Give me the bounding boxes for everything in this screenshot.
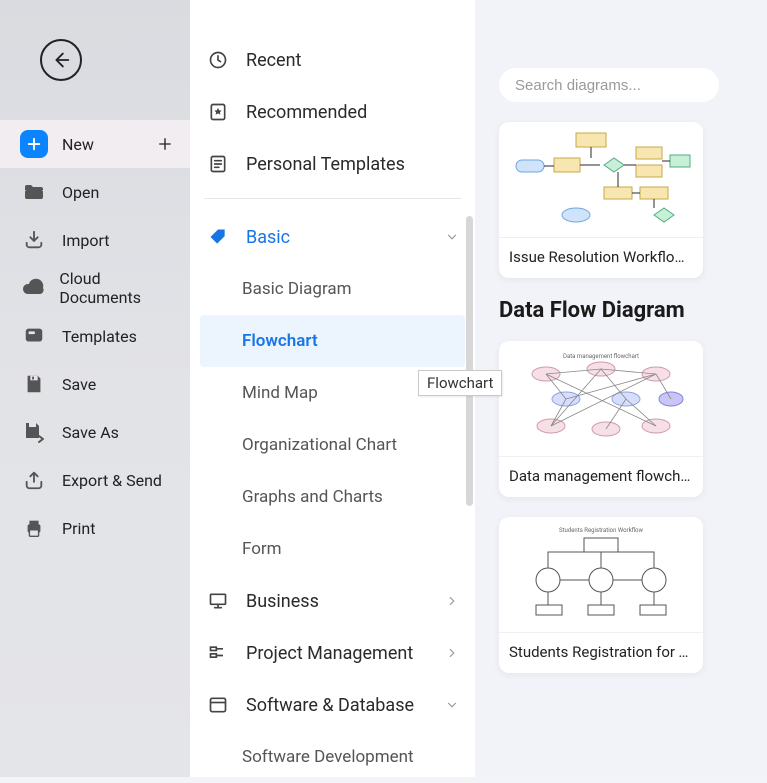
sidebar-item-save[interactable]: Save bbox=[0, 360, 190, 408]
plus-icon[interactable] bbox=[156, 135, 174, 153]
category-label: Basic bbox=[246, 227, 290, 248]
template-card[interactable]: Issue Resolution Workflow ... bbox=[499, 122, 703, 278]
subcategory-software-development[interactable]: Software Development bbox=[200, 731, 465, 783]
star-badge-icon bbox=[206, 100, 230, 124]
category-software-database[interactable]: Software & Database bbox=[200, 679, 465, 731]
sidebar-item-print[interactable]: Print bbox=[0, 504, 190, 552]
template-card-label: Issue Resolution Workflow ... bbox=[499, 238, 703, 278]
search-container bbox=[499, 68, 767, 102]
scrollbar-thumb[interactable] bbox=[466, 216, 473, 506]
subcategory-label: Basic Diagram bbox=[242, 279, 352, 299]
sidebar-item-open[interactable]: Open bbox=[0, 168, 190, 216]
sidebar-item-templates[interactable]: Templates bbox=[0, 312, 190, 360]
export-icon bbox=[20, 466, 48, 494]
chevron-right-icon bbox=[445, 594, 459, 608]
folder-icon bbox=[20, 178, 48, 206]
window-icon bbox=[206, 693, 230, 717]
sidebar-item-label: Save As bbox=[62, 423, 119, 442]
template-card-label: Data management flowchart bbox=[499, 457, 703, 497]
sidebar-item-cloud-documents[interactable]: Cloud Documents bbox=[0, 264, 190, 312]
subcategory-flowchart[interactable]: Flowchart bbox=[200, 315, 465, 367]
sidebar-item-export-send[interactable]: Export & Send bbox=[0, 456, 190, 504]
chevron-down-icon bbox=[445, 230, 459, 244]
category-label: Project Management bbox=[246, 643, 413, 664]
sidebar-item-label: Cloud Documents bbox=[59, 269, 174, 307]
template-thumbnail bbox=[499, 122, 703, 238]
sidebar-item-label: New bbox=[62, 135, 94, 154]
templates-icon bbox=[20, 322, 48, 350]
category-recommended[interactable]: Recommended bbox=[200, 86, 465, 138]
template-card[interactable]: Data management flowchart bbox=[499, 341, 703, 497]
project-management-icon bbox=[206, 641, 230, 665]
subcategory-label: Mind Map bbox=[242, 383, 318, 403]
sidebar-item-import[interactable]: Import bbox=[0, 216, 190, 264]
tag-icon bbox=[206, 225, 230, 249]
template-card-label: Students Registration for T... bbox=[499, 633, 703, 673]
category-recent[interactable]: Recent bbox=[200, 34, 465, 86]
category-label: Recent bbox=[246, 50, 301, 71]
svg-text:Data management flowchart: Data management flowchart bbox=[563, 353, 639, 360]
search-input[interactable] bbox=[499, 68, 719, 102]
save-icon bbox=[20, 370, 48, 398]
svg-text:Students Registration Workflow: Students Registration Workflow bbox=[559, 527, 643, 534]
sidebar-item-new[interactable]: New bbox=[0, 120, 190, 168]
sidebar-item-save-as[interactable]: Save As bbox=[0, 408, 190, 456]
arrow-left-icon bbox=[50, 49, 72, 71]
category-label: Personal Templates bbox=[246, 154, 405, 175]
subcategory-label: Organizational Chart bbox=[242, 435, 397, 455]
category-business[interactable]: Business bbox=[200, 575, 465, 627]
sidebar-item-label: Export & Send bbox=[62, 471, 162, 490]
personal-templates-icon bbox=[206, 152, 230, 176]
sidebar-item-label: Print bbox=[62, 519, 95, 538]
subcategory-form[interactable]: Form bbox=[200, 523, 465, 575]
category-basic[interactable]: Basic bbox=[200, 211, 465, 263]
import-icon bbox=[20, 226, 48, 254]
back-button-container bbox=[0, 0, 190, 120]
section-title: Data Flow Diagram bbox=[499, 298, 767, 323]
template-gallery: Issue Resolution Workflow ... Data Flow … bbox=[475, 0, 767, 777]
tooltip: Flowchart bbox=[418, 370, 502, 396]
category-label: Recommended bbox=[246, 102, 367, 123]
subcategory-label: Form bbox=[242, 539, 282, 559]
template-thumbnail: Students Registration Workflow bbox=[499, 517, 703, 633]
chevron-right-icon bbox=[445, 646, 459, 660]
divider bbox=[204, 198, 461, 199]
sidebar-item-label: Save bbox=[62, 375, 96, 394]
file-menu-sidebar: New Open Import Cloud Documents bbox=[0, 0, 190, 777]
clock-icon bbox=[206, 48, 230, 72]
subcategory-label: Graphs and Charts bbox=[242, 487, 383, 507]
tooltip-text: Flowchart bbox=[427, 374, 493, 392]
subcategory-basic-diagram[interactable]: Basic Diagram bbox=[200, 263, 465, 315]
category-project-management[interactable]: Project Management bbox=[200, 627, 465, 679]
back-button[interactable] bbox=[40, 39, 82, 81]
plus-box-icon bbox=[20, 130, 48, 158]
print-icon bbox=[20, 514, 48, 542]
category-label: Software & Database bbox=[246, 695, 414, 716]
save-as-icon bbox=[20, 418, 48, 446]
sidebar-list: New Open Import Cloud Documents bbox=[0, 120, 190, 552]
sidebar-item-label: Templates bbox=[62, 327, 137, 346]
subcategory-label: Software Development bbox=[242, 747, 414, 767]
category-personal-templates[interactable]: Personal Templates bbox=[200, 138, 465, 190]
subcategory-label: Flowchart bbox=[242, 331, 318, 351]
template-thumbnail: Data management flowchart bbox=[499, 341, 703, 457]
presentation-icon bbox=[206, 589, 230, 613]
template-card[interactable]: Students Registration Workflow Students … bbox=[499, 517, 703, 673]
category-label: Business bbox=[246, 591, 319, 612]
chevron-down-icon bbox=[445, 698, 459, 712]
subcategory-graphs-and-charts[interactable]: Graphs and Charts bbox=[200, 471, 465, 523]
subcategory-organizational-chart[interactable]: Organizational Chart bbox=[200, 419, 465, 471]
sidebar-item-label: Open bbox=[62, 183, 99, 202]
sidebar-item-label: Import bbox=[62, 231, 110, 250]
cloud-icon bbox=[20, 274, 45, 302]
